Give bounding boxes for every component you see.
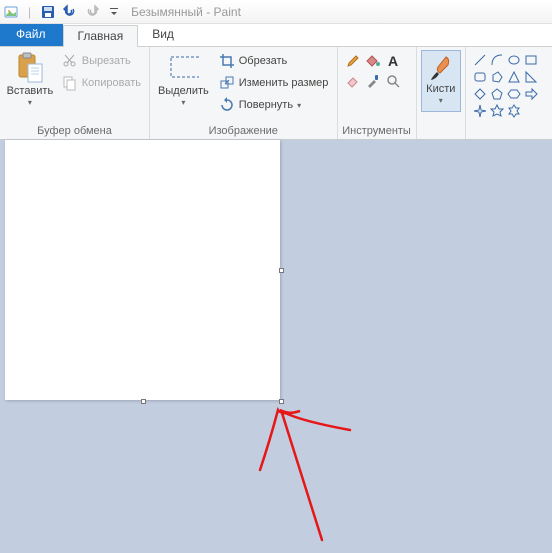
group-image: Выделить ▾ Обрезать Изменить размер: [150, 47, 338, 139]
shape-triangle-icon[interactable]: [506, 69, 521, 84]
redo-icon[interactable]: [83, 3, 101, 21]
scissors-icon: [62, 53, 78, 69]
chevron-down-icon: ▾: [439, 96, 443, 105]
shape-roundrect-icon[interactable]: [472, 69, 487, 84]
group-tools: A Инструменты: [338, 47, 417, 139]
zoom-tool-icon[interactable]: [384, 72, 402, 90]
crop-button[interactable]: Обрезать: [215, 50, 333, 72]
paste-label: Вставить: [7, 85, 54, 97]
eraser-tool-icon[interactable]: [344, 72, 362, 90]
shape-polygon-icon[interactable]: [489, 69, 504, 84]
rotate-icon: [219, 97, 235, 113]
fill-tool-icon[interactable]: [364, 52, 382, 70]
shape-star4-icon[interactable]: [472, 103, 487, 118]
paste-icon: [14, 52, 46, 84]
tab-view[interactable]: Вид: [138, 24, 189, 46]
save-icon[interactable]: [39, 3, 57, 21]
svg-text:A: A: [388, 53, 398, 69]
canvas-area: [0, 140, 552, 553]
select-button[interactable]: Выделить ▾: [154, 50, 213, 109]
shape-rtriangle-icon[interactable]: [523, 69, 538, 84]
crop-label: Обрезать: [239, 55, 288, 67]
tab-file[interactable]: Файл: [0, 24, 63, 46]
group-clipboard: Вставить ▾ Вырезать Копировать Буфер: [0, 47, 150, 139]
shape-diamond-icon[interactable]: [472, 86, 487, 101]
canvas[interactable]: [5, 140, 280, 400]
undo-icon[interactable]: [61, 3, 79, 21]
brushes-button[interactable]: Кисти ▾: [421, 50, 461, 112]
app-name: Paint: [214, 5, 241, 19]
crop-icon: [219, 53, 235, 69]
cut-button[interactable]: Вырезать: [58, 50, 145, 72]
group-clipboard-label: Буфер обмена: [4, 124, 145, 138]
resize-handle[interactable]: [279, 399, 284, 404]
select-icon: [167, 52, 199, 84]
select-label: Выделить: [158, 85, 209, 97]
shape-star5-icon[interactable]: [489, 103, 504, 118]
resize-button[interactable]: Изменить размер: [215, 72, 333, 94]
group-shapes-label: [470, 124, 548, 138]
shape-hexagon-icon[interactable]: [506, 86, 521, 101]
resize-handle[interactable]: [141, 399, 146, 404]
chevron-down-icon: ▾: [181, 98, 185, 107]
group-tools-label: Инструменты: [342, 124, 412, 138]
app-icon[interactable]: [2, 3, 20, 21]
window-title: Безымянный - Paint: [131, 5, 241, 19]
title-bar: | Безымянный - Paint: [0, 0, 552, 24]
copy-icon: [62, 75, 78, 91]
ribbon: Вставить ▾ Вырезать Копировать Буфер: [0, 47, 552, 140]
text-tool-icon[interactable]: A: [384, 52, 402, 70]
resize-handle[interactable]: [279, 268, 284, 273]
separator: |: [28, 5, 31, 19]
copy-button[interactable]: Копировать: [58, 72, 145, 94]
qat-dropdown-icon[interactable]: [105, 3, 123, 21]
brush-icon: [426, 53, 456, 83]
group-shapes: [466, 47, 552, 139]
document-name: Безымянный: [131, 5, 203, 19]
shape-star6-icon[interactable]: [506, 103, 521, 118]
resize-icon: [219, 75, 235, 91]
cut-label: Вырезать: [82, 55, 131, 67]
quick-access-toolbar: |: [2, 3, 123, 21]
brushes-label: Кисти: [426, 83, 455, 95]
paste-button[interactable]: Вставить ▾: [4, 50, 56, 109]
shape-arrowr-icon[interactable]: [523, 86, 538, 101]
group-brushes-label: [421, 124, 461, 138]
resize-label: Изменить размер: [239, 77, 329, 89]
shape-curve-icon[interactable]: [489, 52, 504, 67]
picker-tool-icon[interactable]: [364, 72, 382, 90]
shape-pentagon-icon[interactable]: [489, 86, 504, 101]
ribbon-tabs: Файл Главная Вид: [0, 24, 552, 47]
chevron-down-icon: ▾: [297, 101, 301, 110]
chevron-down-icon: ▾: [28, 98, 32, 107]
group-brushes: Кисти ▾: [417, 47, 466, 139]
tab-home[interactable]: Главная: [63, 25, 139, 47]
shape-oval-icon[interactable]: [506, 52, 521, 67]
group-image-label: Изображение: [154, 124, 333, 138]
copy-label: Копировать: [82, 77, 141, 89]
pencil-tool-icon[interactable]: [344, 52, 362, 70]
rotate-label: Повернуть: [239, 99, 293, 111]
rotate-button[interactable]: Повернуть ▾: [215, 94, 333, 116]
shape-line-icon[interactable]: [472, 52, 487, 67]
shape-rect-icon[interactable]: [523, 52, 538, 67]
